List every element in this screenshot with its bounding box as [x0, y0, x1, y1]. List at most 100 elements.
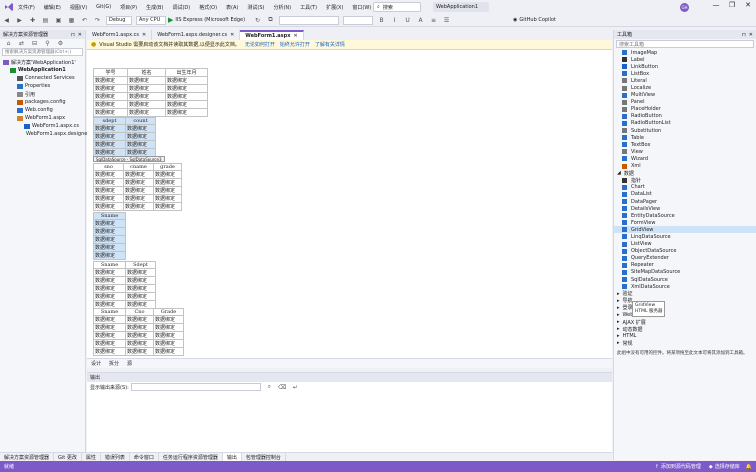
tree-item[interactable]: WebForm1.aspx.designer.cs	[0, 130, 96, 138]
toolbox-item[interactable]: Table	[614, 134, 756, 141]
tree-item[interactable]: WebApplication1	[0, 66, 85, 74]
list-icon[interactable]: ☰	[442, 16, 451, 25]
sqldatasource-label[interactable]: SqlDataSource - SqlDataSource3	[93, 156, 165, 162]
toolbox-item[interactable]: ListView	[614, 241, 756, 248]
toolbox-item[interactable]: DataPager	[614, 198, 756, 205]
format-combo[interactable]	[279, 15, 340, 25]
run-target-button[interactable]: IIS Express (Microsoft Edge)	[175, 17, 245, 23]
menu-item-4[interactable]: 项目(P)	[120, 4, 137, 11]
toolbox-item[interactable]: LinkButton	[614, 63, 756, 70]
undo-icon[interactable]: ↶	[80, 16, 89, 25]
menu-item-11[interactable]: 工具(T)	[300, 4, 317, 11]
output-text-area[interactable]	[87, 392, 612, 448]
menu-item-9[interactable]: 测试(S)	[247, 4, 264, 11]
tree-item[interactable]: 引用	[0, 90, 85, 98]
output-source-combo[interactable]	[130, 383, 261, 391]
tree-item[interactable]: packages.config	[0, 98, 85, 106]
menu-item-13[interactable]: 窗口(W)	[352, 4, 371, 11]
add-source-control-button[interactable]: ↑ 添加到源代码管理	[655, 463, 701, 471]
italic-icon[interactable]: I	[390, 16, 399, 25]
align-icon[interactable]: ≡	[429, 16, 438, 25]
menu-item-7[interactable]: 格式(O)	[199, 4, 217, 11]
toolbox-item[interactable]: Repeater	[614, 262, 756, 269]
toolbox-item[interactable]: EntityDataSource	[614, 212, 756, 219]
underline-icon[interactable]: U	[403, 16, 412, 25]
close-button[interactable]: ✕	[740, 1, 756, 9]
bold-icon[interactable]: B	[377, 16, 386, 25]
wrap-icon[interactable]: ↵	[291, 383, 300, 392]
redo-icon[interactable]: ↷	[93, 16, 102, 25]
toolbox-item[interactable]: Xml	[614, 163, 756, 170]
toolbox-pin-icon[interactable]: ⊓	[742, 32, 746, 38]
toolbox-item[interactable]: ListBox	[614, 70, 756, 77]
gridview-sname[interactable]: Sname 数据绑定 数据绑定 数据绑定 数据绑定 数据绑定	[93, 212, 126, 260]
toolbox-group[interactable]: ▸ 验证	[614, 290, 756, 298]
toolbox-item[interactable]: SqlDataSource	[614, 276, 756, 283]
font-color-icon[interactable]: A	[416, 16, 425, 25]
select-repo-button[interactable]: ◆ 选择存储库	[709, 463, 740, 471]
doc-tab-2[interactable]: WebForm1.aspx ✕	[240, 30, 304, 40]
info-bar-link-always[interactable]: 始终允许打开	[280, 41, 310, 48]
toolbox-item[interactable]: RadioButton	[614, 113, 756, 120]
tab-close-icon[interactable]: ✕	[142, 32, 146, 38]
toolbox-item[interactable]: Label	[614, 56, 756, 63]
toolbox-group-data[interactable]: ◢ 数据	[614, 170, 756, 177]
toolbox-group[interactable]: ▸ HTML	[614, 333, 756, 340]
toolbox-group[interactable]: ▸ 常规	[614, 340, 756, 347]
view-tab-split[interactable]: 拆分	[105, 360, 123, 367]
tab-close-icon[interactable]: ✕	[293, 33, 297, 39]
view-tab-source[interactable]: 源	[123, 360, 136, 367]
save-all-icon[interactable]: ▦	[67, 16, 76, 25]
doc-tab-0[interactable]: WebForm1.aspx.cs ✕	[87, 30, 153, 40]
menu-item-1[interactable]: 编辑(E)	[44, 4, 61, 11]
toolbox-close-icon[interactable]: ✕	[749, 32, 753, 38]
menu-item-8[interactable]: 表(A)	[226, 4, 238, 11]
open-folder-icon[interactable]: ▤	[41, 16, 50, 25]
tree-item[interactable]: Properties	[0, 82, 85, 90]
maximize-button[interactable]: ❐	[724, 1, 740, 9]
copilot-button[interactable]: ◉ GitHub Copilot	[513, 17, 556, 23]
minimize-button[interactable]: —	[708, 1, 724, 9]
info-bar-link-learn[interactable]: 了解有关详情	[315, 41, 345, 48]
gridview-sname-sdept[interactable]: Sname Sdept 数据绑定 数据绑定 数据绑定 数据绑定 数据绑定 数据绑定 数据绑定 数据…	[93, 261, 156, 309]
toolbox-item[interactable]: FormView	[614, 219, 756, 226]
home-icon[interactable]: ⌂	[4, 39, 13, 48]
toolbox-item[interactable]: ImageMap	[614, 49, 756, 56]
search-box[interactable]: ⌕ 搜索	[373, 2, 421, 12]
toolbox-group[interactable]: ▸ 动态数据	[614, 326, 756, 333]
run-icon[interactable]: ▶	[168, 16, 173, 24]
toolbox-item[interactable]: GridView	[614, 226, 756, 234]
toolbox-search-input[interactable]: 搜索工具箱	[616, 40, 754, 48]
refresh-icon[interactable]: ↻	[253, 16, 262, 25]
back-icon[interactable]: ◀	[2, 16, 11, 25]
menu-item-0[interactable]: 文件(F)	[18, 4, 35, 11]
tree-item[interactable]: Connected Services	[0, 74, 85, 82]
tree-item[interactable]: 解决方案'WebApplication1'	[0, 58, 85, 66]
settings-icon[interactable]: ⚙	[56, 39, 65, 48]
avatar[interactable]: GH	[680, 2, 689, 12]
toolbox-item[interactable]: Wizard	[614, 155, 756, 162]
toolbox-item[interactable]: Localize	[614, 84, 756, 91]
find-icon[interactable]: ⌕	[265, 383, 274, 392]
config-combo[interactable]: Debug	[106, 15, 132, 25]
tree-item[interactable]: WebForm1.aspx.cs	[0, 122, 85, 130]
gridview-dept-count[interactable]: sdept count 数据绑定 数据绑定 数据绑定 数据绑定 数据绑定 数据绑定 数据绑定 数据…	[93, 117, 156, 157]
new-item-icon[interactable]: ✚	[28, 16, 37, 25]
toolbox-item[interactable]: 指针	[614, 177, 756, 184]
toolbox-item[interactable]: ObjectDataSource	[614, 248, 756, 255]
toolbox-item[interactable]: DataList	[614, 191, 756, 198]
designer-surface[interactable]: 学号 姓名 出生年月 数据绑定 数据绑定 数据绑定 数据绑定 数据绑定 数据绑定 数据绑定 数据绑定…	[87, 50, 612, 358]
toolbox-item[interactable]: View	[614, 148, 756, 155]
toolbox-item[interactable]: Panel	[614, 99, 756, 106]
save-icon[interactable]: ▣	[54, 16, 63, 25]
toolbox-item[interactable]: Substitution	[614, 127, 756, 134]
toolbox-item[interactable]: Literal	[614, 77, 756, 84]
pin-icon[interactable]: ⊓	[71, 32, 75, 38]
toolbox-item[interactable]: PlaceHolder	[614, 106, 756, 113]
gridview-sname-cno-grade[interactable]: Sname Cno Grade 数据绑定 数据绑定 数据绑定 数据绑定 数据绑定 数据绑定 数据绑…	[93, 308, 184, 356]
tree-item[interactable]: WebForm1.aspx	[0, 114, 85, 122]
toolbox-item[interactable]: XmlDataSource	[614, 283, 756, 290]
menu-item-6[interactable]: 调试(D)	[172, 4, 190, 11]
toolbox-item[interactable]: TextBox	[614, 141, 756, 148]
solution-search-input[interactable]: 搜索解决方案资源管理器(Ctrl+;)	[2, 48, 83, 56]
